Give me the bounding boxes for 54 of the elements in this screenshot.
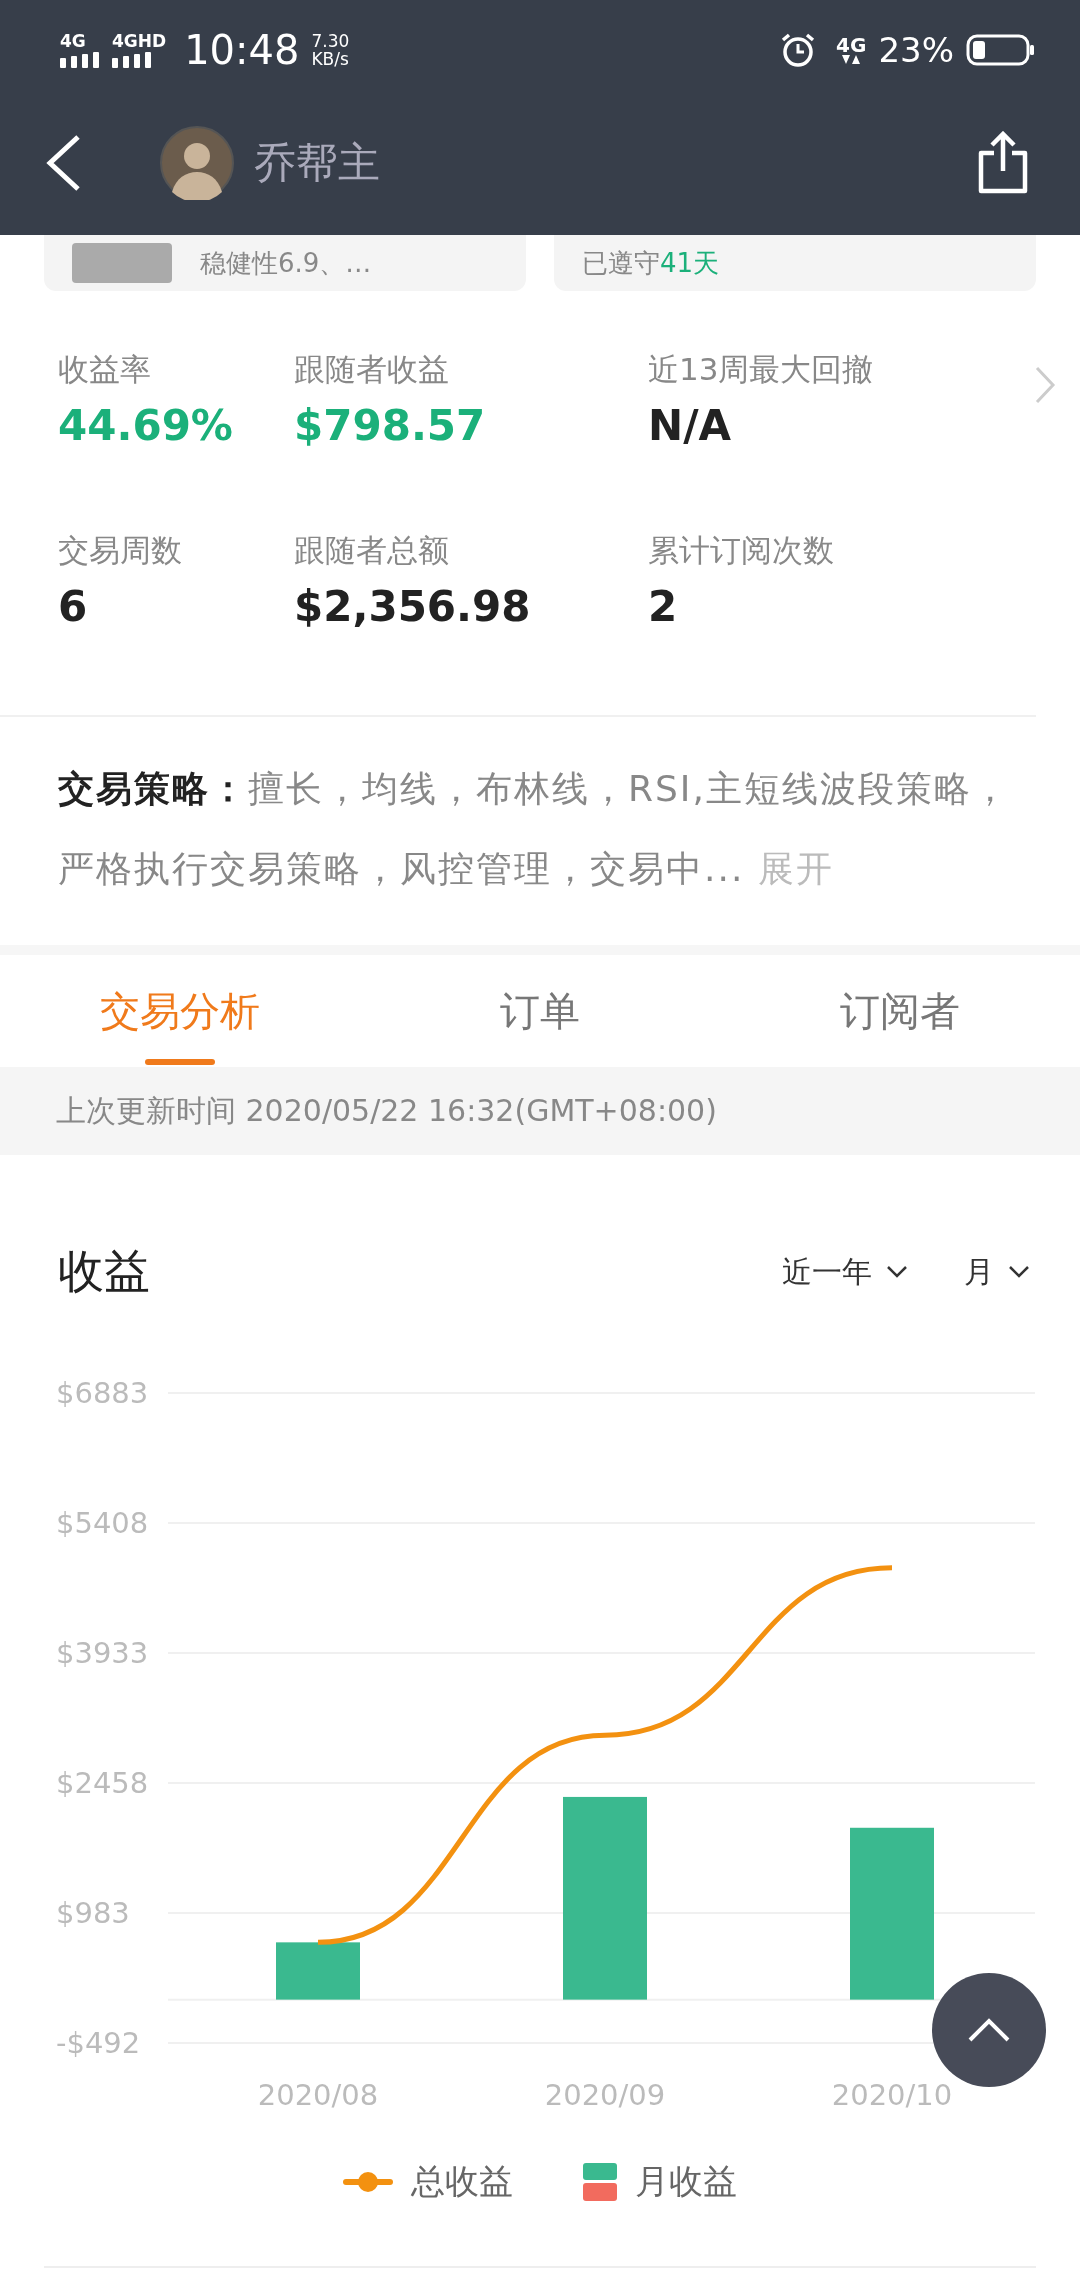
- battery-icon: [966, 34, 1036, 66]
- speed-unit: KB/s: [311, 50, 350, 68]
- signal-icon: [112, 52, 152, 68]
- line-legend-icon: [343, 2171, 393, 2193]
- update-time: 上次更新时间 2020/05/22 16:32(GMT+08:00): [56, 1091, 717, 1130]
- stat-value: 6: [58, 582, 89, 631]
- stat-value: $798.57: [294, 401, 487, 450]
- network-label: 4GHD: [112, 32, 167, 50]
- network-label: 4G: [60, 32, 86, 50]
- axis-label: $2458: [56, 1766, 149, 1800]
- data-arrows-icon: [840, 55, 863, 65]
- stat-value: $2,356.98: [294, 582, 532, 631]
- stat-label: 收益率: [58, 350, 152, 389]
- chevron-down-icon: [886, 1265, 908, 1279]
- axis-label: 2020/10: [831, 2078, 953, 2112]
- tab[interactable]: 订单: [360, 955, 720, 1067]
- stat-label: 跟随者收益: [294, 350, 450, 389]
- chevron-up-icon: [967, 2017, 1011, 2043]
- stat-value: 44.69%: [58, 401, 234, 450]
- period-dropdown[interactable]: 月: [964, 1251, 1030, 1293]
- user-name: 乔帮主: [254, 136, 380, 189]
- stat-value: N/A: [648, 401, 732, 450]
- axis-label: 2020/09: [544, 2078, 666, 2112]
- axis-label: $5408: [56, 1506, 149, 1540]
- axis-label: $983: [56, 1896, 130, 1930]
- card-text: 已遵守41天: [582, 246, 720, 280]
- alarm-icon: [780, 32, 817, 68]
- battery-percent: 23%: [878, 30, 954, 70]
- clock-time: 10:48: [184, 27, 300, 73]
- info-card[interactable]: 稳健性6.9、…: [44, 235, 526, 291]
- strategy-text: 交易策略：擅长，均线，布林线，RSI,主短线波段策略，严格执行交易策略，风控管理，交易中... 展开: [58, 767, 1011, 891]
- period-dropdown[interactable]: 近一年: [782, 1251, 908, 1293]
- tab[interactable]: 订阅者: [720, 955, 1080, 1067]
- stat-label: 近13周最大回撤: [648, 350, 875, 389]
- chevron-down-icon: [1008, 1265, 1030, 1279]
- network-label: 4G: [836, 35, 867, 55]
- bar-legend-icon: [583, 2163, 617, 2201]
- card-text: 稳健性6.9、…: [200, 246, 372, 280]
- stat-label: 累计订阅次数: [648, 531, 835, 570]
- axis-label: 2020/08: [257, 2078, 379, 2112]
- stat-label: 跟随者总额: [294, 531, 450, 570]
- chart-title: 收益: [58, 1243, 150, 1300]
- share-icon[interactable]: [976, 130, 1030, 195]
- signal-icon: [60, 52, 100, 68]
- legend-label: 总收益: [411, 2160, 513, 2203]
- axis-label: $3933: [56, 1636, 149, 1670]
- speed-value: 7.30: [311, 32, 350, 50]
- tab[interactable]: 交易分析: [0, 955, 360, 1067]
- stat-value: 2: [648, 582, 679, 631]
- info-card[interactable]: 已遵守41天: [554, 235, 1036, 291]
- axis-label: -$492: [56, 2026, 141, 2060]
- legend-label: 月收益: [635, 2160, 737, 2203]
- axis-label: $6883: [56, 1376, 149, 1410]
- stat-label: 交易周数: [58, 531, 183, 570]
